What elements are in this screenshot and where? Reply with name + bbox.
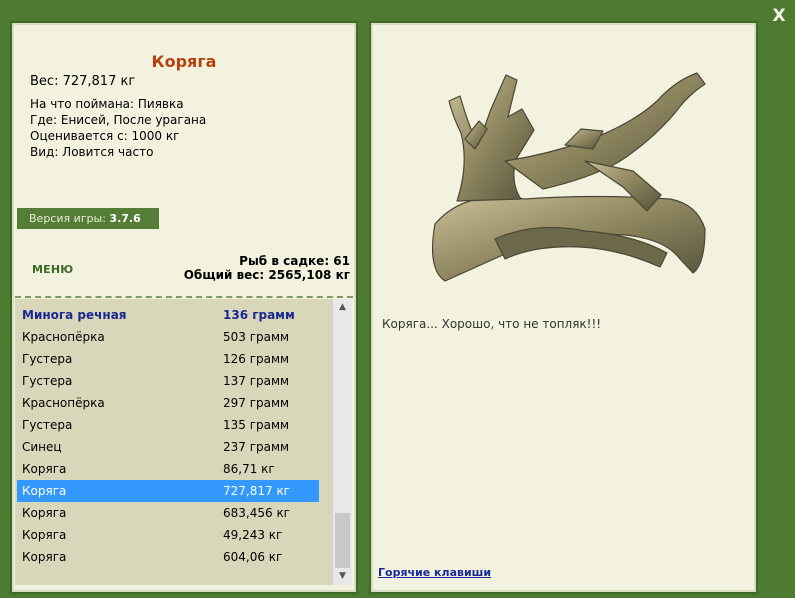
version-value: 3.7.6 [109,212,141,225]
list-item[interactable]: Синец 237 грамм [17,436,319,458]
catch-weight: 126 грамм [223,352,290,366]
catch-name: Густера [22,418,73,432]
catch-list[interactable]: Минога речная 136 грамм Краснопёрка 503 гра… [15,299,332,585]
catch-weight: 683,456 кг [223,506,290,520]
catch-caption: Коряга... Хорошо, что не топляк!!! [382,317,602,331]
catch-weight: 136 грамм [223,308,295,322]
catch-name: Коряга [22,506,67,520]
catch-name: Густера [22,352,73,366]
scroll-thumb[interactable] [335,513,350,568]
arrow-down-icon[interactable]: ▼ [333,568,352,585]
caught-on-text: На что поймана: Пиявка [30,97,184,111]
divider [15,296,353,298]
catch-name: Коряга [22,484,67,498]
list-item[interactable]: Краснопёрка 297 грамм [17,392,319,414]
catch-weight: 137 грамм [223,374,290,388]
location-text: Где: Енисей, После урагана [30,113,207,127]
catch-weight: 86,71 кг [223,462,275,476]
fish-title: Коряга [151,52,217,71]
list-item[interactable]: Краснопёрка 503 грамм [17,326,319,348]
fish-info-panel: Коряга Вес: 727,817 кг На что поймана: П… [10,21,358,594]
catch-name: Краснопёрка [22,396,105,410]
fish-in-cage: Рыб в садке: 61 [239,254,350,268]
catch-weight: 503 грамм [223,330,290,344]
list-item[interactable]: Коряга 49,243 кг [17,524,319,546]
catch-stats: Рыб в садке: 61 Общий вес: 2565,108 кг [184,254,350,282]
list-item[interactable]: Коряга 683,456 кг [17,502,319,524]
menu-button[interactable]: МЕНЮ [32,263,73,276]
version-label: Версия игры: [29,212,106,225]
list-item[interactable]: Коряга 727,817 кг [17,480,319,502]
version-bar: Версия игры: 3.7.6 [17,208,159,229]
list-item[interactable]: Густера 126 грамм [17,348,319,370]
fish-weight: Вес: 727,817 кг [30,74,136,89]
hotkeys-link[interactable]: Горячие клавиши [378,566,491,579]
scrollbar[interactable]: ▲ ▼ [332,299,352,585]
preview-panel: Коряга... Хорошо, что не топляк!!! Горяч… [369,21,758,594]
list-item[interactable]: Коряга 86,71 кг [17,458,319,480]
kind-text: Вид: Ловится часто [30,145,154,159]
catch-weight: 604,06 кг [223,550,283,564]
list-item[interactable]: Минога речная 136 грамм [17,304,319,326]
catch-name: Коряга [22,462,67,476]
catch-weight: 297 грамм [223,396,290,410]
catch-name: Коряга [22,550,67,564]
value-text: Оценивается с: 1000 кг [30,129,180,143]
catch-name: Краснопёрка [22,330,105,344]
close-icon[interactable]: X [770,6,788,26]
catch-weight: 237 грамм [223,440,290,454]
catch-name: Коряга [22,528,67,542]
catch-name: Минога речная [22,308,127,322]
catch-weight: 727,817 кг [223,484,290,498]
catch-weight: 49,243 кг [223,528,283,542]
catch-name: Синец [22,440,62,454]
list-item[interactable]: Коряга 604,06 кг [17,546,319,568]
catch-weight: 135 грамм [223,418,290,432]
list-item[interactable]: Густера 135 грамм [17,414,319,436]
snag-image [431,72,706,282]
total-weight: Общий вес: 2565,108 кг [183,268,350,282]
catch-name: Густера [22,374,73,388]
list-item[interactable]: Густера 137 грамм [17,370,319,392]
arrow-up-icon[interactable]: ▲ [333,299,352,316]
